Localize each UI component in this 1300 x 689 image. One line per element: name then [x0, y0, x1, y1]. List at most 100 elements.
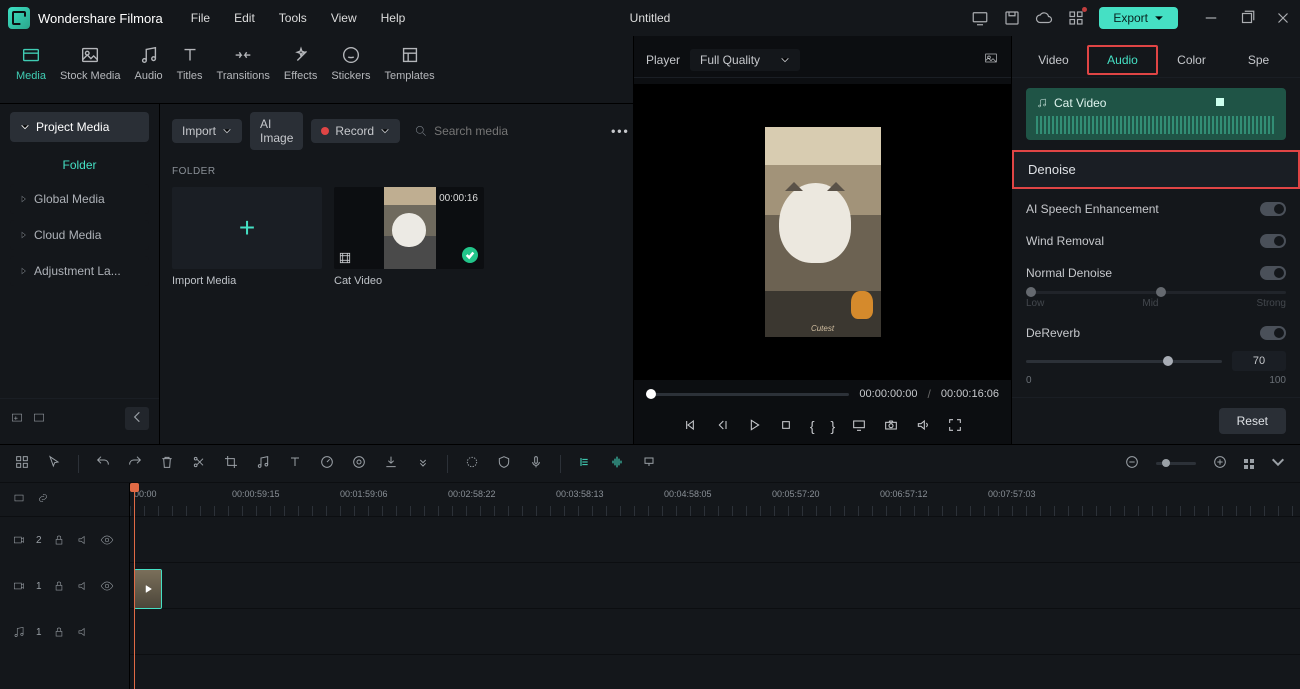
main-track-1[interactable]	[130, 563, 1300, 609]
prop-tab-color[interactable]: Color	[1158, 47, 1225, 73]
tl-split-icon[interactable]	[191, 454, 207, 473]
ribbon-titles[interactable]: Titles	[177, 44, 203, 97]
snapshot-image-icon[interactable]	[983, 50, 999, 69]
mark-in-icon[interactable]: {	[810, 418, 815, 434]
ribbon-transitions[interactable]: Transitions	[217, 44, 270, 97]
timeline-clip[interactable]	[134, 569, 162, 609]
tl-redo-icon[interactable]	[127, 454, 143, 473]
close-icon[interactable]	[1274, 9, 1292, 27]
tl-color-icon[interactable]	[351, 454, 367, 473]
import-media-tile[interactable]: + Import Media	[172, 187, 322, 287]
tl-more-icon[interactable]	[415, 454, 431, 473]
ribbon-audio[interactable]: Audio	[135, 44, 163, 97]
menu-edit[interactable]: Edit	[234, 11, 255, 25]
tl-view-icon[interactable]	[1244, 459, 1254, 469]
wind-removal-toggle[interactable]	[1260, 234, 1286, 248]
ribbon-stock-media[interactable]: Stock Media	[60, 44, 121, 97]
tl-delete-icon[interactable]	[159, 454, 175, 473]
project-media-button[interactable]: Project Media	[10, 112, 149, 142]
menu-file[interactable]: File	[191, 11, 210, 25]
playhead[interactable]	[134, 483, 135, 689]
sidebar-global-media[interactable]: Global Media	[10, 184, 149, 214]
tl-grid-icon[interactable]	[14, 454, 30, 473]
stop-icon[interactable]	[778, 417, 794, 436]
mark-out-icon[interactable]: }	[831, 418, 836, 434]
ribbon-templates[interactable]: Templates	[384, 44, 434, 97]
tl-beat-icon[interactable]	[609, 454, 625, 473]
apps-icon[interactable]	[1067, 9, 1085, 27]
minimize-icon[interactable]	[1202, 9, 1220, 27]
import-button[interactable]: Import	[172, 119, 242, 143]
step-back-icon[interactable]	[714, 417, 730, 436]
more-icon[interactable]: •••	[611, 124, 630, 138]
export-button[interactable]: Export	[1099, 7, 1178, 29]
tl-cursor-icon[interactable]	[46, 454, 62, 473]
dereverb-toggle[interactable]	[1260, 326, 1286, 340]
link-icon[interactable]	[36, 491, 50, 508]
prop-tab-video[interactable]: Video	[1020, 47, 1087, 73]
tl-crop-icon[interactable]	[223, 454, 239, 473]
normal-denoise-toggle[interactable]	[1260, 266, 1286, 280]
normal-denoise-slider[interactable]	[1026, 291, 1286, 294]
collapse-sidebar-icon[interactable]	[125, 407, 149, 430]
tl-undo-icon[interactable]	[95, 454, 111, 473]
prop-tab-speed[interactable]: Spe	[1225, 47, 1292, 73]
menu-view[interactable]: View	[331, 11, 357, 25]
ribbon-effects[interactable]: Effects	[284, 44, 317, 97]
search-field[interactable]	[434, 124, 589, 138]
menu-tools[interactable]: Tools	[279, 11, 307, 25]
tl-speed-icon[interactable]	[319, 454, 335, 473]
tl-music-icon[interactable]	[255, 454, 271, 473]
timeline-ruler[interactable]: 00:00 00:00:59:15 00:01:59:06 00:02:58:2…	[130, 483, 1300, 517]
tl-zoomout-icon[interactable]	[1124, 454, 1140, 473]
sidebar-cloud-media[interactable]: Cloud Media	[10, 220, 149, 250]
tl-audio-sync-icon[interactable]	[577, 454, 593, 473]
tl-mic-icon[interactable]	[528, 454, 544, 473]
search-input[interactable]	[408, 124, 595, 138]
tl-ai-icon[interactable]	[464, 454, 480, 473]
camera-icon[interactable]	[883, 417, 899, 436]
track-toggle-icon[interactable]	[12, 491, 26, 508]
volume-icon[interactable]	[915, 417, 931, 436]
tl-download-icon[interactable]	[383, 454, 399, 473]
preview-canvas[interactable]: Cutest	[634, 84, 1011, 380]
dereverb-slider[interactable]	[1026, 360, 1222, 363]
play-icon[interactable]	[746, 417, 762, 436]
denoise-section-header[interactable]: Denoise	[1012, 150, 1300, 189]
audio-clip-card[interactable]: Cat Video	[1026, 88, 1286, 140]
ribbon-media[interactable]: Media	[16, 44, 46, 97]
quality-dropdown[interactable]: Full Quality	[690, 49, 800, 71]
scrub-bar[interactable]	[646, 393, 849, 396]
lock-icon[interactable]	[52, 533, 66, 547]
fullscreen-icon[interactable]	[947, 417, 963, 436]
record-button[interactable]: Record	[311, 119, 400, 143]
reset-button[interactable]: Reset	[1219, 408, 1286, 434]
eye-icon[interactable]	[100, 533, 114, 547]
tl-marker-icon[interactable]	[641, 454, 657, 473]
display-icon[interactable]	[851, 417, 867, 436]
ai-image-button[interactable]: AI Image	[250, 112, 303, 150]
cloud-icon[interactable]	[1035, 9, 1053, 27]
folder-icon[interactable]	[32, 410, 46, 427]
device-icon[interactable]	[971, 9, 989, 27]
save-icon[interactable]	[1003, 9, 1021, 27]
ai-speech-toggle[interactable]	[1260, 202, 1286, 216]
mute-icon[interactable]	[76, 533, 90, 547]
media-clip-cat-video[interactable]: 00:00:16 Cat Video	[334, 187, 484, 287]
ai-speech-row: AI Speech Enhancement	[1012, 193, 1300, 225]
ribbon-stickers[interactable]: Stickers	[331, 44, 370, 97]
tl-zoomin-icon[interactable]	[1212, 454, 1228, 473]
tl-shield-icon[interactable]	[496, 454, 512, 473]
menu-help[interactable]: Help	[381, 11, 406, 25]
sidebar-folder-label[interactable]: Folder	[10, 148, 149, 178]
dereverb-value[interactable]: 70	[1232, 351, 1286, 371]
new-folder-icon[interactable]	[10, 410, 24, 427]
video-track-2[interactable]	[130, 517, 1300, 563]
tl-settings-icon[interactable]	[1270, 454, 1286, 473]
tl-text-icon[interactable]	[287, 454, 303, 473]
prop-tab-audio[interactable]: Audio	[1087, 45, 1158, 75]
maximize-icon[interactable]	[1238, 9, 1256, 27]
sidebar-adjustment-layer[interactable]: Adjustment La...	[10, 256, 149, 286]
prev-frame-icon[interactable]	[682, 417, 698, 436]
audio-track-1[interactable]	[130, 609, 1300, 655]
